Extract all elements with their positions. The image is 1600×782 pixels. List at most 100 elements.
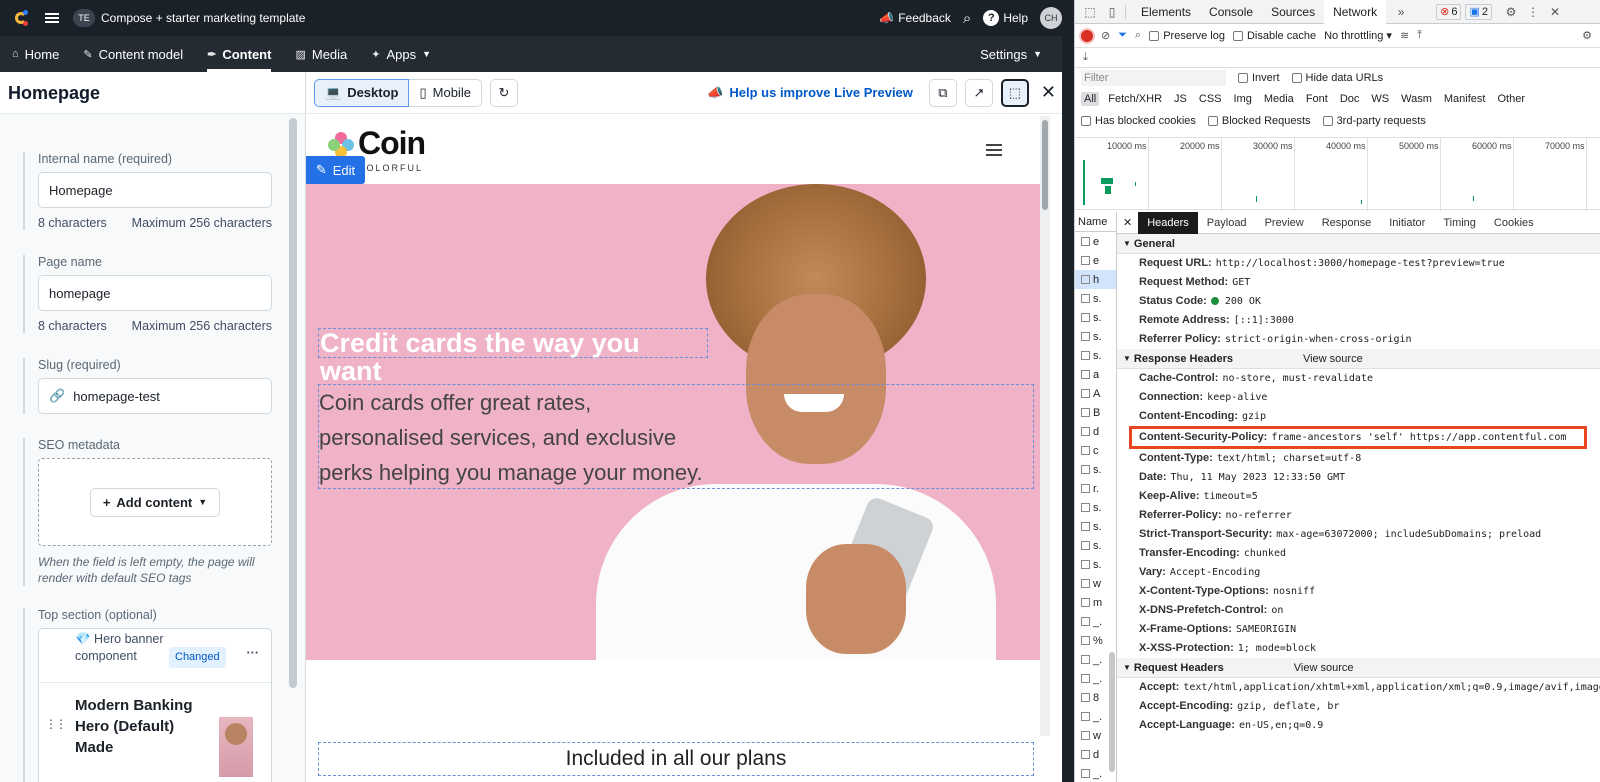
name-column-header[interactable]: Name — [1075, 212, 1116, 232]
close-icon[interactable]: ✕ — [1548, 5, 1562, 19]
type-filter[interactable]: JS — [1171, 92, 1190, 106]
type-filter[interactable]: CSS — [1196, 92, 1225, 106]
request-row[interactable]: s. — [1075, 498, 1116, 517]
view-source-link[interactable]: View source — [1294, 662, 1354, 674]
request-row[interactable]: e — [1075, 251, 1116, 270]
space-switcher[interactable]: TE Compose + starter marketing template — [73, 9, 305, 27]
type-filter[interactable]: Manifest — [1441, 92, 1489, 106]
hide-data-urls-checkbox[interactable]: Hide data URLs — [1291, 72, 1383, 84]
header-row[interactable]: Request URL: http://localhost:3000/homepa… — [1117, 254, 1600, 273]
request-row[interactable]: w — [1075, 574, 1116, 593]
nav-content-model[interactable]: ✎ Content model — [71, 36, 195, 72]
internal-name-input[interactable]: Homepage — [38, 172, 272, 208]
tab-sources[interactable]: Sources — [1262, 0, 1324, 24]
refresh-button[interactable]: ↻ — [489, 78, 518, 107]
request-row[interactable]: _. — [1075, 612, 1116, 631]
preserve-log-checkbox[interactable]: Preserve log — [1149, 30, 1225, 42]
type-filter[interactable]: Doc — [1337, 92, 1363, 106]
nav-content[interactable]: ✒ Content — [195, 36, 283, 72]
search-icon[interactable]: ⌕ — [1135, 29, 1141, 42]
response-headers-section-header[interactable]: ▼ Response Headers View source — [1117, 349, 1600, 369]
tab-response[interactable]: Response — [1313, 212, 1381, 234]
splitter[interactable] — [1062, 0, 1074, 782]
request-row[interactable]: s. — [1075, 289, 1116, 308]
request-row[interactable]: s. — [1075, 517, 1116, 536]
kebab-icon[interactable]: ⋮ — [1526, 5, 1540, 19]
invert-checkbox[interactable]: Invert — [1238, 72, 1280, 84]
header-row[interactable]: X-DNS-Prefetch-Control: on — [1117, 601, 1600, 620]
type-filter[interactable]: Wasm — [1398, 92, 1435, 106]
header-row[interactable]: Content-Type: text/html; charset=utf-8 — [1117, 449, 1600, 468]
tab-payload[interactable]: Payload — [1198, 212, 1256, 234]
filter-icon[interactable]: ⏷ — [1118, 29, 1127, 42]
request-row[interactable]: h — [1075, 270, 1116, 289]
open-external-button[interactable]: ↗ — [964, 78, 993, 107]
request-row[interactable]: % — [1075, 631, 1116, 650]
record-icon[interactable] — [1081, 29, 1093, 42]
close-icon[interactable]: ✕ — [1041, 82, 1056, 103]
header-row[interactable]: Keep-Alive: timeout=5 — [1117, 487, 1600, 506]
header-row[interactable]: Accept-Language: en-US,en;q=0.9 — [1117, 716, 1600, 735]
plans-heading[interactable]: Included in all our plans — [318, 742, 1034, 776]
upload-icon[interactable]: ⤒ — [1417, 29, 1422, 42]
header-row[interactable]: Referrer-Policy: no-referrer — [1117, 506, 1600, 525]
close-icon[interactable]: ✕ — [1117, 216, 1138, 229]
nav-apps[interactable]: ✦ Apps ▼ — [359, 36, 443, 72]
request-row[interactable]: A — [1075, 384, 1116, 403]
request-row[interactable]: c — [1075, 441, 1116, 460]
disable-cache-checkbox[interactable]: Disable cache — [1232, 30, 1316, 42]
header-row[interactable]: X-XSS-Protection: 1; mode=block — [1117, 639, 1600, 658]
type-filter[interactable]: Media — [1261, 92, 1297, 106]
inspector-mode-button[interactable]: ⬚ — [1000, 78, 1029, 107]
contentful-logo[interactable] — [15, 9, 33, 27]
type-filter[interactable]: Img — [1231, 92, 1255, 106]
site-logo[interactable]: Coin COLORFUL — [328, 127, 426, 173]
desktop-toggle[interactable]: 💻 Desktop — [314, 78, 410, 107]
request-row[interactable]: s. — [1075, 460, 1116, 479]
preview-scrollbar[interactable] — [1040, 116, 1050, 736]
user-avatar[interactable]: CH — [1040, 7, 1062, 29]
header-row[interactable]: X-Frame-Options: SAMEORIGIN — [1117, 620, 1600, 639]
add-content-button[interactable]: + Add content ▼ — [89, 487, 221, 517]
header-row[interactable]: Accept: text/html,application/xhtml+xml,a… — [1117, 678, 1600, 697]
header-row[interactable]: Content-Encoding: gzip — [1117, 407, 1600, 426]
page-name-input[interactable]: homepage — [38, 275, 272, 311]
header-row[interactable]: Status Code: 200 OK — [1117, 292, 1600, 311]
drag-handle-icon[interactable]: ⋮⋮ — [45, 717, 67, 731]
copy-button[interactable]: ⧉ — [928, 78, 957, 107]
search-icon[interactable]: ⌕ — [963, 10, 971, 27]
blocked-cookies-checkbox[interactable]: Has blocked cookies — [1081, 115, 1196, 127]
header-row[interactable]: Request Method: GET — [1117, 273, 1600, 292]
request-headers-section-header[interactable]: ▼ Request Headers View source — [1117, 658, 1600, 678]
header-row[interactable]: Referrer Policy: strict-origin-when-cross… — [1117, 330, 1600, 349]
network-timeline[interactable]: 10000 ms 20000 ms 30000 ms 40000 ms 5000… — [1075, 137, 1600, 211]
type-filter[interactable]: Fetch/XHR — [1105, 92, 1165, 106]
site-menu-icon[interactable] — [986, 144, 1002, 156]
nav-media[interactable]: ▨ Media — [283, 36, 359, 72]
tab-headers[interactable]: Headers — [1138, 211, 1198, 234]
header-row[interactable]: Connection: keep-alive — [1117, 388, 1600, 407]
request-row[interactable]: a — [1075, 365, 1116, 384]
request-row[interactable]: s. — [1075, 308, 1116, 327]
tab-initiator[interactable]: Initiator — [1380, 212, 1434, 234]
header-row[interactable]: Strict-Transport-Security: max-age=630720… — [1117, 525, 1600, 544]
third-party-checkbox[interactable]: 3rd-party requests — [1322, 115, 1426, 127]
general-section-header[interactable]: ▼ General — [1117, 234, 1600, 254]
blocked-requests-checkbox[interactable]: Blocked Requests — [1207, 115, 1311, 127]
nav-settings[interactable]: Settings ▼ — [968, 36, 1054, 72]
request-row[interactable]: m — [1075, 593, 1116, 612]
type-filter[interactable]: Other — [1494, 92, 1528, 106]
header-row[interactable]: Vary: Accept-Encoding — [1117, 563, 1600, 582]
help-improve-link[interactable]: 📣 Help us improve Live Preview — [707, 85, 913, 101]
reference-card[interactable]: 💎 Hero banner component Changed ··· ⋮⋮ M… — [38, 628, 272, 782]
header-row[interactable]: Content-Security-Policy: frame-ancestors … — [1129, 426, 1587, 449]
more-tabs-icon[interactable]: » — [1394, 5, 1408, 19]
slug-input[interactable]: 🔗 homepage-test — [38, 378, 272, 414]
request-row[interactable]: s. — [1075, 346, 1116, 365]
nav-home[interactable]: ⌂ Home — [0, 36, 71, 72]
clear-icon[interactable]: ⊘ — [1101, 29, 1110, 42]
request-row[interactable]: B — [1075, 403, 1116, 422]
menu-icon[interactable] — [45, 13, 59, 23]
request-row[interactable]: r. — [1075, 479, 1116, 498]
tab-network[interactable]: Network — [1324, 0, 1387, 24]
